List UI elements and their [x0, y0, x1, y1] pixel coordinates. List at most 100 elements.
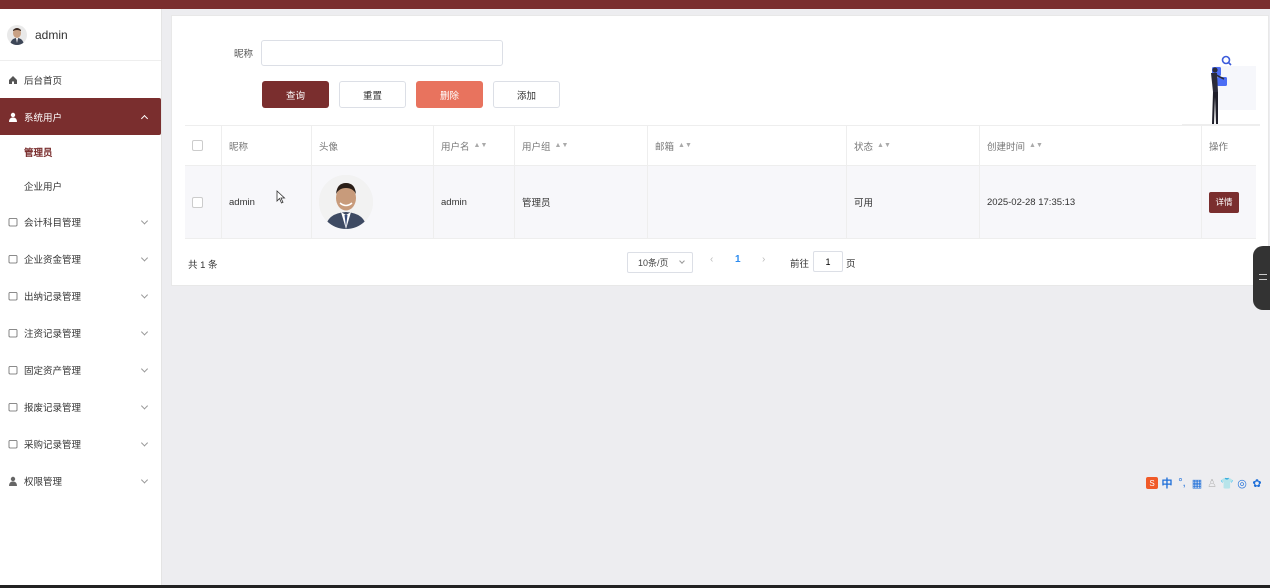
total-count: 共 1 条 [188, 260, 218, 271]
sidebar-item-label: 系统用户 [24, 112, 63, 124]
row-checkbox[interactable] [192, 196, 203, 208]
sidebar-item-cashier-records[interactable]: 出纳记录管理 [0, 277, 161, 314]
goto-label: 前往 [790, 259, 810, 270]
ime-language-toggle[interactable]: 中 [1161, 477, 1173, 490]
column-header-status[interactable]: 状态 ▲▼ [847, 126, 980, 165]
page-size-select[interactable]: 10条/页 [627, 252, 693, 273]
sidebar-item-permissions[interactable]: 权限管理 [0, 462, 161, 499]
folder-icon [7, 364, 19, 376]
sidebar-item-label: 报废记录管理 [24, 402, 82, 414]
user-icon [7, 111, 19, 123]
cell-email [648, 166, 847, 238]
user-icon [7, 475, 19, 487]
chevron-down-icon [140, 253, 149, 262]
sidebar-item-accounting-subjects[interactable]: 会计科目管理 [0, 203, 161, 240]
home-icon [7, 74, 19, 86]
sidebar-item-capital-injection[interactable]: 注资记录管理 [0, 314, 161, 351]
add-button[interactable]: 添加 [493, 81, 560, 108]
row-select-cell [185, 166, 222, 238]
mouse-cursor [276, 190, 286, 207]
sidebar-item-fixed-assets[interactable]: 固定资产管理 [0, 351, 161, 388]
chevron-down-icon [140, 216, 149, 225]
cell-group: 管理员 [515, 166, 648, 238]
delete-button[interactable]: 删除 [416, 81, 483, 108]
sidebar-item-purchase-records[interactable]: 采购记录管理 [0, 425, 161, 462]
folder-icon [7, 216, 19, 228]
ime-toolbar: S 中 °, ▦ ♙ 👕 ◎ ✿ [1146, 475, 1266, 491]
chevron-down-icon [140, 290, 149, 299]
nickname-search-input[interactable] [261, 40, 503, 66]
query-button[interactable]: 查询 [262, 81, 329, 108]
cell-created-time: 2025-02-28 17:35:13 [980, 166, 1202, 238]
main-card: 昵称 查询 重置 删除 添加 昵称 头像 用户名 ▲▼ 用户组 ▲▼ 邮箱 ▲▼… [171, 15, 1269, 286]
column-header-email[interactable]: 邮箱 ▲▼ [648, 126, 847, 165]
prev-page-button[interactable]: ‹ [710, 254, 713, 265]
detail-button[interactable]: 详情 [1209, 191, 1239, 213]
sidebar-item-label: 权限管理 [24, 476, 63, 488]
cell-username: admin [434, 166, 515, 238]
sidebar-item-home[interactable]: 后台首页 [0, 61, 161, 98]
ime-logo-icon[interactable]: S [1146, 477, 1158, 489]
punctuation-icon[interactable]: °, [1176, 477, 1188, 489]
cell-status: 可用 [847, 166, 980, 238]
sidebar-item-label: 出纳记录管理 [24, 291, 82, 303]
target-icon[interactable]: ◎ [1236, 477, 1248, 490]
select-all-cell [185, 126, 222, 165]
table-row[interactable]: admin admin 管理员 可用 2025-02-28 17:35:13 详… [185, 166, 1256, 239]
cell-nickname: admin [222, 166, 312, 238]
chevron-down-icon [140, 401, 149, 410]
avatar [7, 24, 27, 45]
side-drawer-tab[interactable] [1253, 246, 1270, 310]
sort-icon[interactable]: ▲▼ [555, 142, 569, 149]
sidebar-item-label: 企业资金管理 [24, 254, 82, 266]
chevron-down-icon [140, 364, 149, 373]
sidebar-item-enterprise-funds[interactable]: 企业资金管理 [0, 240, 161, 277]
menu-icon [1259, 274, 1267, 280]
column-header-actions: 操作 [1209, 141, 1229, 153]
column-header-created-time[interactable]: 创建时间 ▲▼ [980, 126, 1202, 165]
goto-suffix: 页 [846, 259, 856, 270]
folder-icon [7, 401, 19, 413]
sidebar: admin 后台首页 系统用户 管理员 企业用户 会计科目管理 企业资金管理 出… [0, 9, 162, 585]
column-header-group[interactable]: 用户组 ▲▼ [515, 126, 648, 165]
table-header-row: 昵称 头像 用户名 ▲▼ 用户组 ▲▼ 邮箱 ▲▼ 状态 ▲▼ 创建时间 ▲▼ 操作 [185, 126, 1256, 166]
sort-icon[interactable]: ▲▼ [877, 142, 891, 149]
sort-icon[interactable]: ▲▼ [678, 142, 692, 149]
avatar [319, 175, 373, 229]
chevron-down-icon [140, 438, 149, 447]
chevron-up-icon [140, 114, 149, 122]
top-bar [0, 0, 1270, 9]
keyboard-icon[interactable]: ▦ [1191, 477, 1203, 490]
page-number[interactable]: 1 [735, 254, 741, 265]
select-all-checkbox[interactable] [192, 140, 203, 151]
sidebar-item-label: 会计科目管理 [24, 217, 82, 229]
goto-page-input[interactable] [813, 251, 843, 272]
sort-icon[interactable]: ▲▼ [474, 142, 488, 149]
sort-icon[interactable]: ▲▼ [1029, 142, 1043, 149]
sidebar-item-label: 固定资产管理 [24, 365, 82, 377]
search-label: 昵称 [234, 49, 254, 60]
sidebar-subitem-admins[interactable]: 管理员 [0, 135, 161, 169]
folder-icon [7, 438, 19, 450]
gear-icon[interactable]: ✿ [1251, 477, 1263, 490]
sidebar-item-label: 注资记录管理 [24, 328, 82, 340]
search-illustration [1182, 52, 1260, 128]
cell-avatar [312, 166, 434, 238]
column-header-username[interactable]: 用户名 ▲▼ [434, 126, 515, 165]
sidebar-item-system-users[interactable]: 系统用户 [0, 98, 161, 135]
next-page-button[interactable]: › [762, 254, 765, 265]
sidebar-user[interactable]: admin [0, 9, 161, 61]
cell-actions: 详情 [1202, 166, 1256, 238]
reset-button[interactable]: 重置 [339, 81, 406, 108]
sidebar-item-label: 后台首页 [24, 75, 63, 87]
users-table: 昵称 头像 用户名 ▲▼ 用户组 ▲▼ 邮箱 ▲▼ 状态 ▲▼ 创建时间 ▲▼ 操作 ad… [185, 125, 1256, 239]
shirt-icon[interactable]: 👕 [1220, 477, 1234, 490]
sidebar-username: admin [35, 27, 68, 42]
column-header-avatar: 头像 [312, 126, 434, 165]
user-icon[interactable]: ♙ [1206, 477, 1218, 490]
folder-icon [7, 253, 19, 265]
chevron-down-icon [679, 258, 685, 264]
folder-icon [7, 290, 19, 302]
sidebar-subitem-enterprise-users[interactable]: 企业用户 [0, 169, 161, 203]
sidebar-item-scrap-records[interactable]: 报废记录管理 [0, 388, 161, 425]
